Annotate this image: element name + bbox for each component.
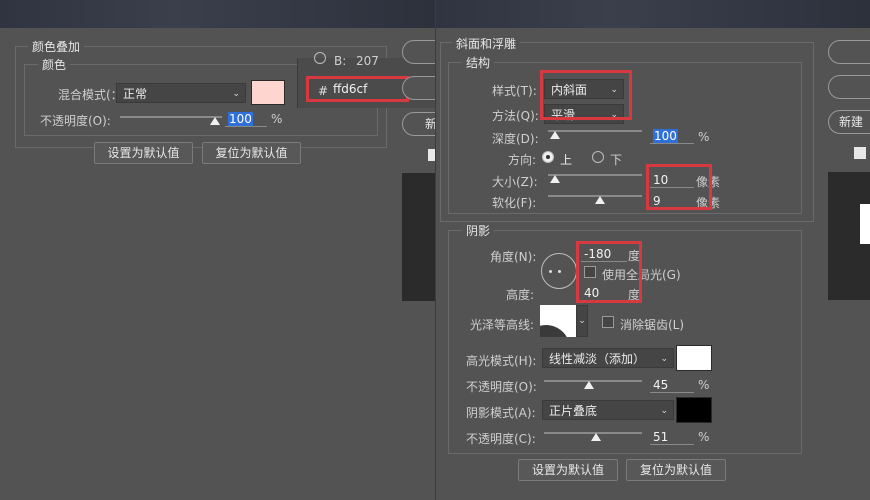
shadow-mode-select[interactable]: 正片叠底 ⌄ xyxy=(542,400,674,420)
gloss-contour-preview[interactable] xyxy=(540,305,576,337)
blend-mode-label: 混合模式(： xyxy=(58,88,123,102)
opacity-input[interactable]: 100 xyxy=(225,111,267,127)
highlight-opacity-thumb[interactable] xyxy=(584,381,594,389)
b-channel-value[interactable]: 207 xyxy=(356,54,379,68)
shadow-opacity-label: 不透明度(C): xyxy=(466,432,536,446)
highlight-opacity-label: 不透明度(O): xyxy=(466,380,537,394)
shading-title: 阴影 xyxy=(462,222,495,239)
preview-thumbnail-right xyxy=(828,172,870,300)
top-strip xyxy=(0,0,435,28)
preview-checkbox-right[interactable] xyxy=(854,147,866,159)
highlight-color-swatch[interactable] xyxy=(676,345,712,371)
direction-down-label: 下 xyxy=(610,153,623,167)
preview-thumbnail-swatch xyxy=(860,204,870,244)
direction-up-label: 上 xyxy=(560,153,573,167)
blend-mode-select[interactable]: 正常 ⌄ xyxy=(116,83,246,103)
bevel-emboss-title: 斜面和浮雕 xyxy=(452,35,521,52)
size-soften-highlight xyxy=(646,164,712,210)
right-round-button-2[interactable] xyxy=(402,76,435,100)
angle-dial-center xyxy=(558,270,561,273)
depth-slider-thumb[interactable] xyxy=(550,131,560,139)
shadow-mode-label: 阴影模式(A): xyxy=(466,406,536,420)
depth-label: 深度(D): xyxy=(492,132,539,146)
highlight-opacity-percent: % xyxy=(698,378,710,392)
angle-dial-marker xyxy=(549,270,552,273)
right-round-button-a[interactable] xyxy=(828,40,870,64)
shadow-color-swatch[interactable] xyxy=(676,397,712,423)
size-slider-thumb[interactable] xyxy=(550,175,560,183)
blend-mode-value: 正常 xyxy=(123,87,148,101)
depth-slider-track[interactable] xyxy=(548,130,642,132)
anti-alias-label: 消除锯齿(L) xyxy=(620,318,685,332)
shadow-mode-value: 正片叠底 xyxy=(549,404,598,418)
depth-percent: % xyxy=(698,130,710,144)
overlay-color-swatch[interactable] xyxy=(251,80,285,105)
new-style-button-right[interactable]: 新建 xyxy=(828,110,870,134)
angle-altitude-highlight xyxy=(576,241,642,303)
chevron-down-icon: ⌄ xyxy=(660,354,668,364)
color-overlay-title: 颜色叠加 xyxy=(28,38,85,55)
highlight-mode-value: 线性减淡（添加） xyxy=(549,352,646,366)
gloss-contour-label: 光泽等高线: xyxy=(470,318,535,332)
reset-default-button-right[interactable]: 复位为默认值 xyxy=(626,459,726,481)
set-default-button[interactable]: 设置为默认值 xyxy=(94,142,193,164)
direction-up-radio[interactable] xyxy=(542,151,554,163)
reset-default-button[interactable]: 复位为默认值 xyxy=(202,142,301,164)
b-channel-radio[interactable] xyxy=(314,52,326,64)
soften-label: 软化(F): xyxy=(492,196,537,210)
top-strip-right xyxy=(436,0,870,28)
depth-input[interactable]: 100 xyxy=(650,128,694,144)
technique-label: 方法(Q): xyxy=(492,109,539,123)
shadow-opacity-percent: % xyxy=(698,430,710,444)
opacity-percent: % xyxy=(271,112,283,126)
direction-label: 方向: xyxy=(508,153,537,167)
altitude-label: 高度: xyxy=(506,288,535,302)
structure-title: 结构 xyxy=(462,54,495,71)
color-subgroup-title: 颜色 xyxy=(38,56,71,73)
color-overlay-panel: 颜色叠加 颜色 混合模式(： 正常 ⌄ 不透明度(O): 100 % 设置为默认… xyxy=(0,0,435,500)
direction-down-radio[interactable] xyxy=(592,151,604,163)
preview-thumbnail xyxy=(402,173,435,301)
contour-curve xyxy=(540,325,570,337)
opacity-label: 不透明度(O): xyxy=(40,114,111,128)
chevron-down-icon: ⌄ xyxy=(660,406,668,416)
angle-dial[interactable] xyxy=(541,253,577,289)
right-round-button-b[interactable] xyxy=(828,75,870,99)
opacity-slider-track[interactable] xyxy=(120,116,222,118)
shadow-opacity-thumb[interactable] xyxy=(591,433,601,441)
soften-slider-thumb[interactable] xyxy=(595,196,605,204)
chevron-down-icon: ⌄ xyxy=(232,89,240,99)
style-label: 样式(T): xyxy=(492,84,537,98)
preview-checkbox[interactable] xyxy=(428,149,435,161)
angle-label: 角度(N): xyxy=(490,250,537,264)
new-style-button[interactable]: 新 xyxy=(402,112,435,136)
shadow-opacity-input[interactable]: 51 xyxy=(650,429,694,445)
style-technique-highlight xyxy=(540,70,632,120)
gloss-contour-dropdown[interactable]: ⌄ xyxy=(576,305,588,337)
size-slider-track[interactable] xyxy=(548,174,642,176)
highlight-mode-select[interactable]: 线性减淡（添加） ⌄ xyxy=(542,348,674,368)
set-default-button-right[interactable]: 设置为默认值 xyxy=(518,459,618,481)
right-round-button-1[interactable] xyxy=(402,40,435,64)
hex-highlight-box xyxy=(306,76,409,102)
opacity-slider-thumb[interactable] xyxy=(210,117,220,125)
b-channel-label: B: xyxy=(334,54,347,68)
highlight-opacity-input[interactable]: 45 xyxy=(650,377,694,393)
anti-alias-checkbox[interactable] xyxy=(602,316,614,328)
bevel-emboss-panel: 斜面和浮雕 结构 样式(T): 内斜面 ⌄ 方法(Q): 平滑 ⌄ 深度(D):… xyxy=(436,0,870,500)
highlight-mode-label: 高光模式(H): xyxy=(466,354,537,368)
size-label: 大小(Z): xyxy=(492,175,538,189)
